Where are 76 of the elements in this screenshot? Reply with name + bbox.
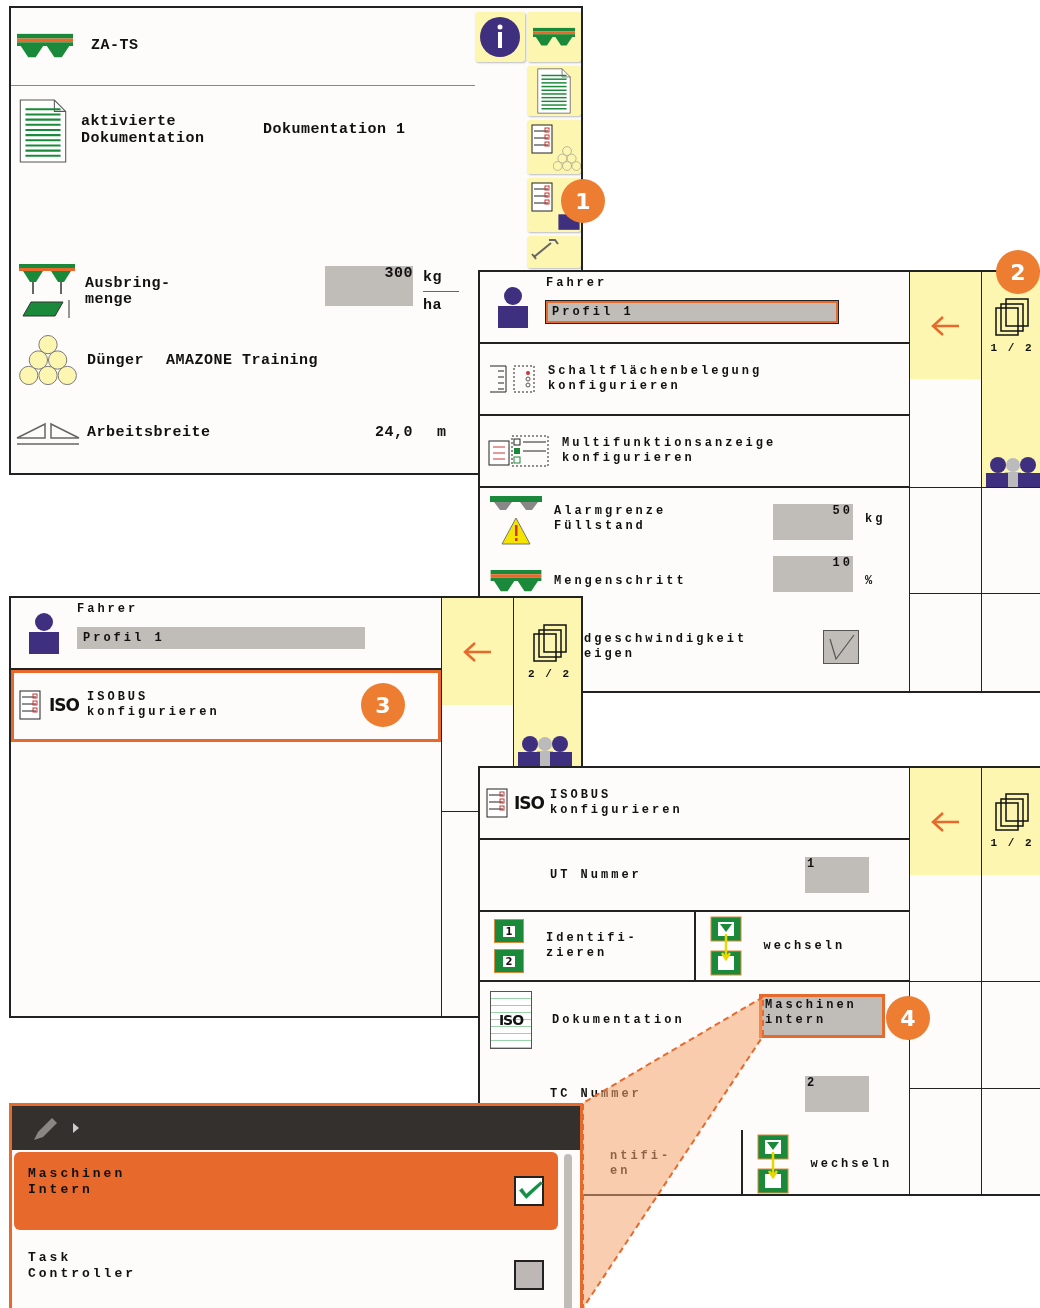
rate-input[interactable]: 300 — [325, 265, 413, 306]
pages-icon — [995, 792, 1029, 831]
info-icon — [479, 16, 522, 58]
number-input[interactable]: 50 — [773, 504, 853, 540]
documentation-button[interactable] — [527, 66, 581, 116]
fertilizer-balls-icon — [19, 335, 77, 388]
field-value: AMAZONE Training — [166, 353, 319, 370]
module-icon: 1 — [494, 919, 524, 943]
field-label: Ausbring- menge — [85, 275, 172, 309]
people-icon — [516, 736, 574, 766]
fertilizer-balls-icon — [553, 146, 581, 172]
spreader-icon — [490, 570, 542, 592]
machine-settings-button[interactable] — [527, 236, 581, 268]
number-input[interactable]: 10 — [773, 556, 853, 592]
person-icon — [27, 612, 61, 654]
back-arrow-icon — [462, 640, 493, 663]
spreader-icon — [17, 33, 73, 60]
screen-title: Fahrer — [546, 276, 609, 291]
switch-button[interactable]: wechseln — [695, 912, 909, 980]
list-icon — [486, 788, 508, 818]
field-label: Arbeitsbreite — [87, 424, 212, 442]
field-value: Dokumentation 1 — [263, 122, 406, 139]
module-swap-icon — [709, 916, 742, 976]
callout-number: 2 — [996, 250, 1040, 294]
dropdown-option[interactable]: Maschinen Intern — [14, 1152, 558, 1230]
field-value: 24,0 — [374, 424, 413, 442]
machine-button[interactable] — [527, 12, 581, 62]
unit-label: m — [437, 424, 447, 442]
button-layout-icon — [488, 365, 536, 393]
menu-item[interactable]: Multifunktionsanzeige konfigurieren — [480, 416, 909, 488]
scrollbar[interactable] — [564, 1154, 572, 1308]
people-icon — [984, 457, 1040, 487]
spreader-rate-icon — [19, 264, 75, 321]
unit-label: ha — [423, 290, 459, 315]
document-icon — [19, 98, 67, 163]
field-label: Dünger — [87, 353, 144, 370]
document-icon — [537, 68, 572, 114]
pencil-icon — [32, 1115, 60, 1141]
expand-arrow-icon — [72, 1122, 80, 1134]
wrench-icon — [531, 238, 562, 260]
profile-field[interactable]: Profil 1 — [546, 301, 838, 323]
iso-document-icon: ISO — [490, 991, 532, 1049]
checkbox[interactable] — [514, 1176, 544, 1206]
documentation-dropdown[interactable]: Maschinen intern — [761, 996, 883, 1036]
list-icon — [531, 182, 554, 212]
person-icon — [496, 286, 530, 328]
callout-number: 1 — [561, 179, 605, 223]
spreader-icon — [533, 26, 576, 48]
number-input[interactable]: 1 — [805, 857, 869, 893]
back-arrow-icon — [930, 810, 961, 833]
back-arrow-icon — [930, 314, 961, 337]
pages-icon — [995, 298, 1029, 336]
dropdown-option[interactable]: Task Controller — [14, 1236, 558, 1308]
field-label: aktivierte Dokumentation — [81, 114, 206, 148]
unit-label: kg — [865, 511, 887, 527]
screen-title: Fahrer — [77, 602, 140, 617]
info-button[interactable] — [475, 12, 526, 62]
list-icon — [19, 690, 41, 720]
identify-button[interactable]: 1 2 Identifi- zieren — [480, 912, 696, 980]
unit-label: kg — [423, 270, 443, 287]
module-icon: 2 — [494, 949, 524, 973]
previous-page-button[interactable]: 2 / 2 — [514, 598, 581, 766]
machine-title: ZA-TS — [91, 38, 139, 55]
profile-field[interactable]: Profil 1 — [77, 627, 365, 649]
unit-label: % — [865, 573, 877, 589]
menu-item[interactable]: Schaltflächenbelegung konfigurieren — [480, 344, 909, 416]
number-input[interactable]: 2 — [805, 1076, 869, 1112]
next-page-button[interactable]: 1 / 2 — [982, 768, 1040, 875]
pages-icon — [532, 624, 567, 662]
switch-button[interactable]: wechseln — [742, 1130, 909, 1194]
spreader-warning-icon — [490, 496, 542, 546]
list-icon — [531, 124, 554, 154]
checkbox[interactable] — [514, 1260, 544, 1290]
checkbox[interactable] — [823, 630, 859, 664]
display-layout-icon — [488, 435, 550, 467]
screen-title: ISOBUS konfigurieren — [550, 788, 683, 818]
